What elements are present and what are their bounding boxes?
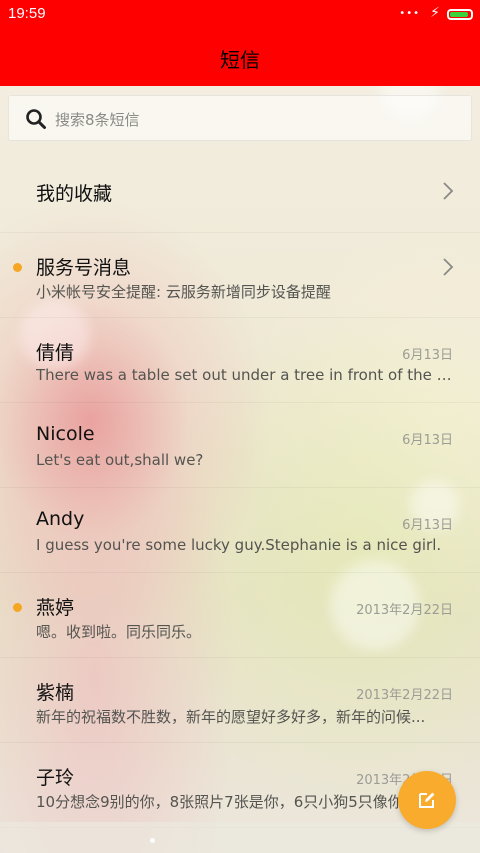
search-icon: [26, 109, 46, 129]
conversation-preview: I guess you're some lucky guy.Stephanie …: [36, 536, 442, 554]
conversation-name: 紫楠: [36, 682, 75, 704]
battery-level-fill: [450, 12, 468, 17]
chevron-right-icon: [443, 258, 454, 276]
conversation-date: 2013年2月22日: [356, 603, 453, 618]
status-bar: 19:59 ••• ⚡: [0, 0, 480, 28]
sms-screen: 19:59 ••• ⚡ 短信 搜索8条短信 我的收藏服务号消息小米帐号安全提醒:…: [0, 0, 480, 853]
conversation-row[interactable]: 燕婷嗯。收到啦。同乐同乐。 2013年2月22日: [0, 573, 480, 658]
battery-icon: [447, 9, 473, 20]
conversation-name: 倩倩: [36, 342, 75, 364]
conversation-date: 2013年2月22日: [356, 688, 453, 703]
conversation-row[interactable]: 紫楠新年的祝福数不胜数，新年的愿望好多好多，新年的问候... 2013年2月22日: [0, 658, 480, 743]
chevron-right-icon: [443, 182, 454, 200]
unread-dot-icon: [13, 263, 22, 272]
conversation-list: 我的收藏服务号消息小米帐号安全提醒: 云服务新增同步设备提醒倩倩 There wa…: [0, 148, 480, 828]
page-indicator-dot: [150, 838, 155, 843]
status-time: 19:59: [8, 5, 46, 22]
search-input[interactable]: 搜索8条短信: [8, 95, 472, 141]
title-bar: 短信: [0, 28, 480, 86]
conversation-name: Nicole: [36, 423, 95, 445]
notification-dots-icon: •••: [399, 8, 420, 19]
bottom-bar: [0, 822, 480, 853]
conversation-name: 服务号消息: [36, 257, 132, 279]
charging-icon: ⚡: [430, 5, 440, 21]
conversation-row[interactable]: 倩倩 There was a table set out under a tree…: [0, 318, 480, 403]
compose-button[interactable]: [398, 771, 456, 829]
conversation-row[interactable]: Nicole Let's eat out,shall we? 6月13日: [0, 403, 480, 488]
conversation-row[interactable]: 我的收藏: [0, 148, 480, 233]
conversation-name: 子玲: [36, 767, 75, 789]
conversation-preview: 小米帐号安全提醒: 云服务新增同步设备提醒: [36, 283, 331, 301]
conversation-name: 我的收藏: [36, 183, 113, 205]
page-title: 短信: [220, 48, 260, 72]
conversation-date: 6月13日: [402, 518, 453, 533]
conversation-row[interactable]: 服务号消息小米帐号安全提醒: 云服务新增同步设备提醒: [0, 233, 480, 318]
conversation-date: 6月13日: [402, 348, 453, 363]
compose-icon: [419, 792, 435, 808]
search-placeholder: 搜索8条短信: [55, 111, 140, 129]
conversation-preview: 10分想念9别的你，8张照片7张是你，6只小狗5只像你: [36, 793, 403, 811]
conversation-name: Andy: [36, 508, 85, 530]
conversation-name: 燕婷: [36, 597, 75, 619]
conversation-preview: 新年的祝福数不胜数，新年的愿望好多好多，新年的问候...: [36, 708, 426, 726]
conversation-preview: 嗯。收到啦。同乐同乐。: [36, 623, 202, 641]
conversation-preview: There was a table set out under a tree i…: [36, 366, 454, 384]
unread-dot-icon: [13, 603, 22, 612]
conversation-date: 6月13日: [402, 433, 453, 448]
conversation-row[interactable]: Andy I guess you're some lucky guy.Stepha…: [0, 488, 480, 573]
conversation-preview: Let's eat out,shall we?: [36, 451, 204, 469]
